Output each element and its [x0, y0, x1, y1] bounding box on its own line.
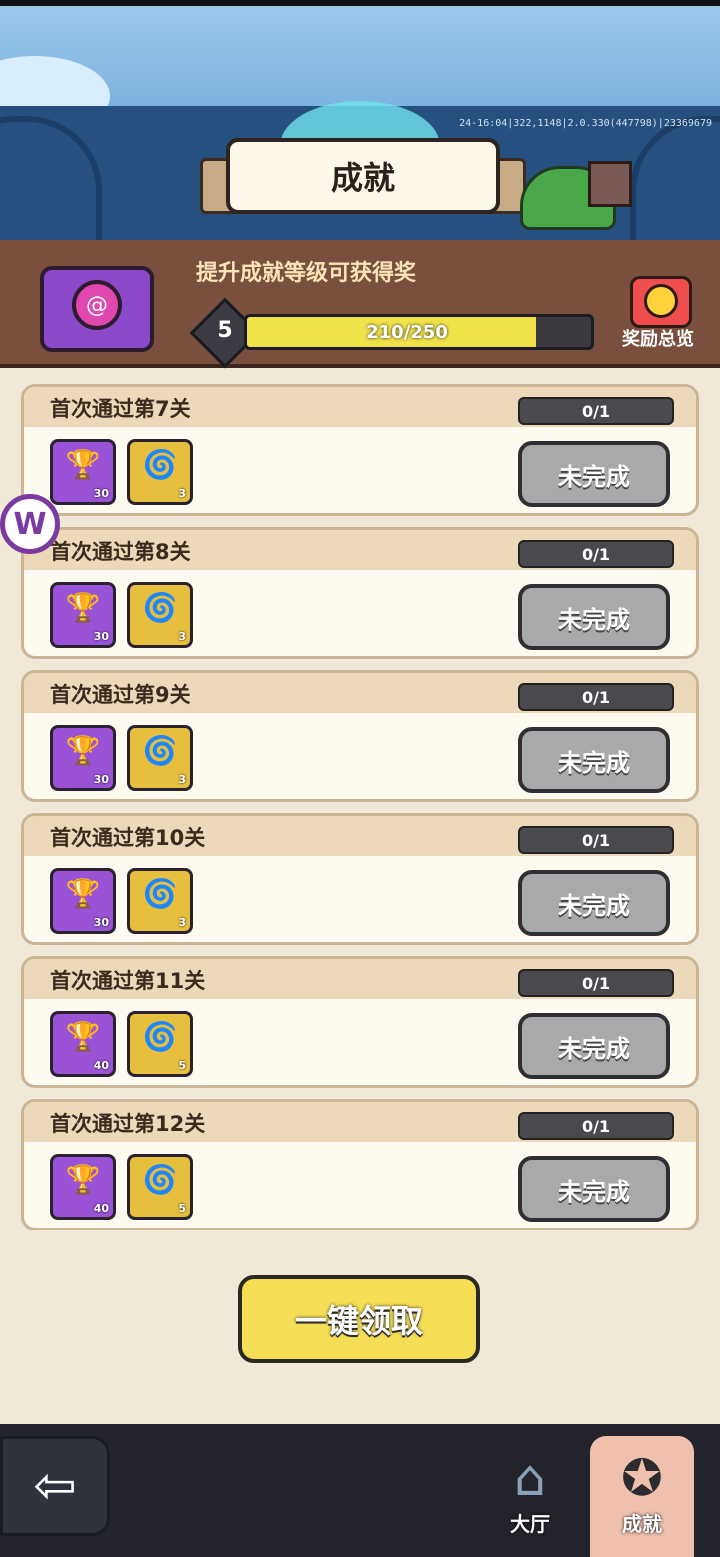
trophy-reward-icon[interactable]: 🏆 30: [50, 725, 116, 791]
achievement-progress: 0/1: [518, 1112, 674, 1140]
trophy-reward-icon[interactable]: 🏆 30: [50, 439, 116, 505]
reward-quantity: 40: [93, 1202, 109, 1215]
incomplete-button[interactable]: 未完成: [518, 727, 670, 793]
achievement-title: 首次通过第9关: [50, 683, 191, 707]
reward-quantity: 30: [93, 487, 109, 500]
gold-card-reward-icon[interactable]: 🌀 3: [127, 439, 193, 505]
nav-hall[interactable]: ⌂ 大厅: [478, 1436, 582, 1557]
achievement-list[interactable]: 首次通过第7关 0/1 🏆 30 🌀 3 未完成 首次通过第8关 0/1 🏆 30 🌀…: [0, 384, 720, 1230]
reward-quantity: 3: [178, 487, 186, 500]
camera-icon: @: [30, 258, 156, 352]
achievement-title: 首次通过第11关: [50, 969, 206, 993]
reward-quantity: 30: [93, 630, 109, 643]
achievement-progress: 0/1: [518, 397, 674, 425]
incomplete-button[interactable]: 未完成: [518, 1013, 670, 1079]
achievement-title: 首次通过第12关: [50, 1112, 206, 1136]
level-progress-bar: 210/250: [244, 314, 594, 350]
trophy-reward-icon[interactable]: 🏆 30: [50, 582, 116, 648]
incomplete-button[interactable]: 未完成: [518, 870, 670, 936]
achievement-progress: 0/1: [518, 969, 674, 997]
reward-quantity: 3: [178, 916, 186, 929]
trophy-reward-icon[interactable]: 🏆 40: [50, 1154, 116, 1220]
nav-hall-label: 大厅: [510, 1512, 550, 1536]
debug-text: 24-16:04|322,1148|2.0.330(447798)|233696…: [459, 118, 712, 129]
star-badge-icon: ✪: [621, 1449, 663, 1507]
incomplete-button[interactable]: 未完成: [518, 584, 670, 650]
flag-decoration: [588, 161, 632, 207]
level-number: 5: [217, 317, 233, 343]
achievement-title: 首次通过第7关: [50, 397, 191, 421]
gold-card-reward-icon[interactable]: 🌀 3: [127, 868, 193, 934]
reward-quantity: 40: [93, 1059, 109, 1072]
trophy-reward-icon[interactable]: 🏆 40: [50, 1011, 116, 1077]
nav-achievement[interactable]: ✪ 成就: [590, 1436, 694, 1557]
reward-quantity: 30: [93, 773, 109, 786]
achievement-progress: 0/1: [518, 540, 674, 568]
achievement-title: 首次通过第8关: [50, 540, 191, 564]
back-arrow-icon[interactable]: ⇦: [0, 1436, 110, 1536]
gold-card-reward-icon[interactable]: 🌀 5: [127, 1154, 193, 1220]
castle-icon: ⌂: [514, 1449, 546, 1507]
floating-w-icon[interactable]: W: [0, 494, 60, 554]
achievement-progress: 0/1: [518, 826, 674, 854]
gift-icon[interactable]: [622, 268, 694, 328]
gold-card-reward-icon[interactable]: 🌀 3: [127, 582, 193, 648]
list-item: 首次通过第7关 0/1 🏆 30 🌀 3 未完成: [21, 384, 699, 516]
nav-achievement-label: 成就: [622, 1512, 662, 1536]
reward-quantity: 5: [178, 1059, 186, 1072]
gold-card-reward-icon[interactable]: 🌀 5: [127, 1011, 193, 1077]
incomplete-button[interactable]: 未完成: [518, 441, 670, 507]
achievement-progress: 0/1: [518, 683, 674, 711]
claim-all-button[interactable]: 一键领取: [238, 1275, 480, 1363]
gold-card-reward-icon[interactable]: 🌀 3: [127, 725, 193, 791]
list-item: 首次通过第9关 0/1 🏆 30 🌀 3 未完成: [21, 670, 699, 802]
list-item: 首次通过第10关 0/1 🏆 30 🌀 3 未完成: [21, 813, 699, 945]
list-item: 首次通过第11关 0/1 🏆 40 🌀 5 未完成: [21, 956, 699, 1088]
reward-quantity: 3: [178, 773, 186, 786]
achievement-title: 首次通过第10关: [50, 826, 206, 850]
list-item: 首次通过第12关 0/1 🏆 40 🌀 5 未完成: [21, 1099, 699, 1230]
page-title: 成就: [226, 138, 500, 214]
reward-quantity: 30: [93, 916, 109, 929]
rewards-overview-label[interactable]: 奖励总览: [606, 325, 710, 351]
trophy-reward-icon[interactable]: 🏆 30: [50, 868, 116, 934]
progress-text: 210/250: [366, 321, 448, 343]
list-item: 首次通过第8关 0/1 🏆 30 🌀 3 未完成: [21, 527, 699, 659]
incomplete-button[interactable]: 未完成: [518, 1156, 670, 1222]
reward-quantity: 5: [178, 1202, 186, 1215]
header-subtitle: 提升成就等级可获得奖: [196, 261, 417, 286]
reward-quantity: 3: [178, 630, 186, 643]
